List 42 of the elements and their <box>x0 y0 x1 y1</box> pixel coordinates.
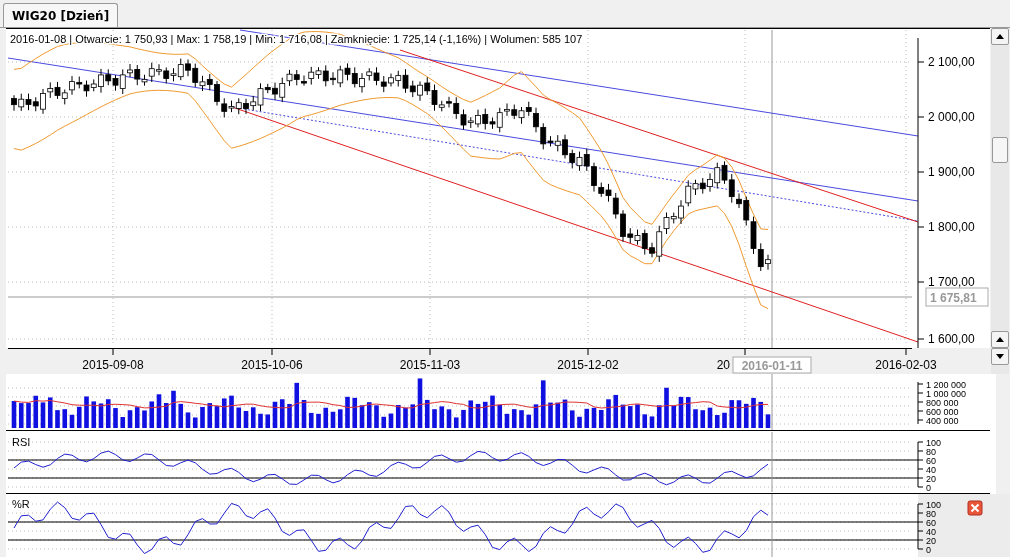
down-arrow-icon <box>996 354 1004 359</box>
volume-axis-label: 600 000 <box>926 406 959 417</box>
current-price-tag: 1 675,81 <box>925 287 989 307</box>
rsi-title: RSI <box>12 436 31 448</box>
rsi-axis-label: 40 <box>926 464 936 475</box>
rsi-axis-label: 0 <box>926 482 931 493</box>
williams-r-axis-label: 60 <box>926 517 936 528</box>
scrollbar-thumb[interactable] <box>992 137 1008 163</box>
williams-r-axis-label: 20 <box>926 535 936 546</box>
date-axis-label: 20 <box>716 358 730 372</box>
scroll-down-button[interactable] <box>991 348 1009 365</box>
price-axis-label: 2 100,00 <box>928 55 975 69</box>
date-axis-label: 2015-12-02 <box>557 358 619 372</box>
rsi-axis-label: 20 <box>926 473 936 484</box>
close-icon[interactable] <box>967 500 983 516</box>
volume-axis-label: 800 000 <box>926 397 959 408</box>
williams-r-axis-label: 100 <box>926 499 942 510</box>
price-axis-label: 1 800,00 <box>928 220 975 234</box>
up-arrow-icon <box>996 34 1004 39</box>
volume-axis-label: 1 000 000 <box>926 388 967 399</box>
date-axis-label: 2015-09-08 <box>82 358 144 372</box>
scroll-up-button[interactable] <box>991 331 1009 348</box>
volume-axis-label: 1 200 000 <box>926 379 967 390</box>
williams-r-title: %R <box>12 498 30 510</box>
price-axis-label: 1 700,00 <box>928 275 975 289</box>
rsi-axis-label: 60 <box>926 455 936 466</box>
price-axis-label: 2 000,00 <box>928 110 975 124</box>
cursor-date-tag: 2016-01-11 <box>732 356 812 374</box>
rsi-axis-label: 100 <box>926 437 942 448</box>
williams-r-axis-label: 0 <box>926 544 931 555</box>
chart-tab[interactable]: WIG20 [Dzień] <box>3 3 119 27</box>
price-axis-label: 1 600,00 <box>928 332 975 346</box>
price-axis-label: 1 900,00 <box>928 165 975 179</box>
volume-axis-label: 400 000 <box>926 415 959 426</box>
date-axis-label: 2016-02-03 <box>875 358 937 372</box>
date-axis-label: 2015-10-06 <box>241 358 303 372</box>
williams-r-axis-label: 80 <box>926 508 936 519</box>
williams-r-axis-label: 40 <box>926 526 936 537</box>
date-axis-label: 2015-11-03 <box>399 358 461 372</box>
up-arrow-icon <box>996 337 1004 342</box>
rsi-axis-label: 80 <box>926 446 936 457</box>
scroll-up-button[interactable] <box>991 28 1009 45</box>
